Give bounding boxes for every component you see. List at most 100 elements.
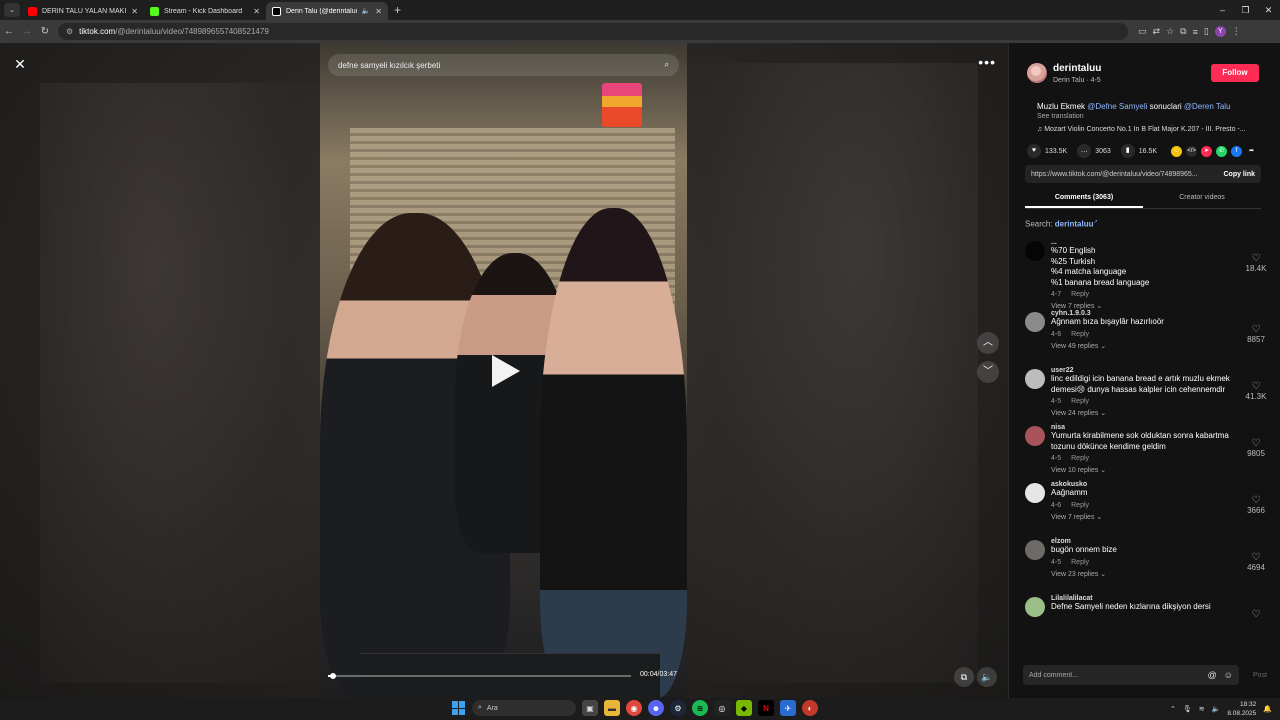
view-replies-button[interactable]: View 10 replies ⌄ (1051, 466, 1271, 474)
browser-tab-0[interactable]: DERİN TALU YALAN MAKİNESİ ✕ (22, 2, 144, 20)
profile-avatar[interactable]: Y (1214, 26, 1226, 37)
tray-chevron-up-icon[interactable]: ⌃ (1170, 705, 1176, 713)
taskbar-search[interactable]: ⌕ Ara (472, 700, 576, 716)
heart-outline-icon[interactable]: ♡ (1241, 381, 1271, 392)
spotify-icon[interactable]: ≋ (692, 700, 708, 716)
author-name[interactable]: derintaluu (1053, 63, 1101, 74)
browser-menu-icon[interactable]: ⋮ (1232, 26, 1241, 37)
share-arrow-icon[interactable]: ➦ (1246, 146, 1257, 157)
forward-icon[interactable]: → (18, 26, 36, 37)
new-tab-button[interactable]: + (394, 3, 401, 17)
video-progress-bar[interactable] (328, 673, 631, 679)
obs-icon[interactable]: ◎ (714, 700, 730, 716)
tab-close-icon[interactable]: ✕ (253, 7, 260, 16)
music-link[interactable]: ♫ Mozart Violin Concerto No.1 In B Flat … (1037, 126, 1246, 133)
windows-start-icon[interactable] (452, 701, 466, 715)
follow-button[interactable]: Follow (1211, 64, 1259, 82)
comment-like[interactable]: ♡ 9805 (1241, 438, 1271, 458)
tab-comments[interactable]: Comments (3063) (1025, 189, 1143, 208)
comment-input[interactable]: Add comment... @ ☺ (1023, 665, 1239, 685)
microphone-icon[interactable]: 🎙 (1183, 705, 1192, 713)
notification-bell-icon[interactable]: 🔔 (1263, 705, 1272, 713)
discord-icon[interactable]: ☻ (648, 700, 664, 716)
reply-button[interactable]: Reply (1071, 331, 1089, 338)
view-replies-button[interactable]: View 23 replies ⌄ (1051, 570, 1271, 578)
bookmark-star-icon[interactable]: ☆ (1166, 26, 1174, 37)
facebook-icon[interactable]: f (1231, 145, 1243, 157)
heart-outline-icon[interactable]: ♡ (1241, 253, 1271, 264)
view-replies-button[interactable]: View 49 replies ⌄ (1051, 342, 1271, 350)
play-icon[interactable] (492, 355, 520, 387)
reply-button[interactable]: Reply (1071, 559, 1089, 566)
browser-tab-1[interactable]: Stream - Kick Dashboard ✕ (144, 2, 266, 20)
cast-icon[interactable]: ▭ (1138, 26, 1147, 37)
whatsapp-icon[interactable]: ✆ (1216, 145, 1228, 157)
commenter-name[interactable]: user22 (1051, 367, 1271, 374)
reply-button[interactable]: Reply (1071, 455, 1089, 462)
url-input[interactable]: ⚙ tiktok.com/@derintaluu/video/748989655… (58, 23, 1128, 40)
file-explorer-icon[interactable]: ▬ (604, 700, 620, 716)
commenter-avatar[interactable] (1025, 597, 1045, 617)
heart-outline-icon[interactable]: ♡ (1241, 552, 1271, 563)
commenter-name[interactable]: cyhn.1.9.0.3 (1051, 310, 1271, 317)
site-info-icon[interactable]: ⚙ (66, 27, 73, 36)
media-icon[interactable]: ≡ (1193, 27, 1198, 37)
commenter-avatar[interactable] (1025, 540, 1045, 560)
tab-creator-videos[interactable]: Creator videos (1143, 189, 1261, 208)
back-icon[interactable]: ← (0, 26, 18, 37)
wifi-icon[interactable]: ≋ (1199, 705, 1205, 713)
comment-like[interactable]: ♡ 18.4K (1241, 253, 1271, 273)
heart-outline-icon[interactable]: ♡ (1241, 495, 1271, 506)
clock[interactable]: 18:32 8.08.2025 (1227, 700, 1256, 718)
netflix-icon[interactable]: N (758, 700, 774, 716)
heart-icon[interactable]: ♥ (1027, 144, 1041, 158)
author-avatar[interactable] (1027, 63, 1047, 83)
volume-icon[interactable]: 🔈 (977, 667, 997, 687)
next-video-chevron-down-icon[interactable]: ﹀ (977, 361, 999, 383)
send-icon[interactable]: ➤ (1201, 145, 1213, 157)
commenter-name[interactable]: Lilalilalilacat (1051, 595, 1271, 602)
speaker-icon[interactable]: 🔈 (1212, 705, 1221, 713)
commenter-avatar[interactable] (1025, 369, 1045, 389)
comment-like[interactable]: ♡ 41.3K (1241, 381, 1271, 401)
commenter-avatar[interactable] (1025, 241, 1045, 261)
vpn-icon[interactable]: ✈ (780, 700, 796, 716)
commenter-name[interactable]: nisa (1051, 424, 1271, 431)
emoji-icon[interactable]: ☺ (1224, 670, 1233, 680)
restore-button[interactable]: ❐ (1234, 5, 1257, 16)
extensions-icon[interactable]: ⧉ (1180, 26, 1186, 37)
chrome-icon[interactable]: ◉ (626, 700, 642, 716)
tab-close-icon[interactable]: ✕ (375, 7, 382, 16)
mention-at-icon[interactable]: @ (1208, 670, 1217, 680)
close-icon[interactable]: ✕ (10, 54, 30, 74)
previous-video-chevron-up-icon[interactable]: ︿ (977, 332, 999, 354)
view-replies-button[interactable]: View 24 replies ⌄ (1051, 409, 1271, 417)
comment-like[interactable]: ♡ 8857 (1241, 324, 1271, 344)
tab-audio-icon[interactable]: 🔈 (362, 7, 371, 15)
video-player[interactable]: defne samyeli kızılcık şerbeti ⌕ 00:04/0… (320, 43, 687, 698)
tab-close-icon[interactable]: ✕ (131, 7, 138, 16)
reply-button[interactable]: Reply (1071, 291, 1089, 298)
minimize-button[interactable]: – (1211, 5, 1234, 15)
comment-like[interactable]: ♡ 4694 (1241, 552, 1271, 572)
nvidia-icon[interactable]: ◆ (736, 700, 752, 716)
heart-outline-icon[interactable]: ♡ (1241, 438, 1271, 449)
heart-outline-icon[interactable]: ♡ (1241, 324, 1271, 335)
video-link-text[interactable]: https://www.tiktok.com/@derintaluu/video… (1031, 171, 1198, 178)
mention-link-2[interactable]: @Deren Talu (1184, 102, 1231, 111)
copy-link-button[interactable]: Copy link (1223, 171, 1255, 178)
search-icon[interactable]: ⌕ (665, 60, 669, 70)
bookmark-icon[interactable]: ▮ (1120, 144, 1135, 158)
more-options-icon[interactable]: ••• (978, 54, 996, 70)
reload-icon[interactable]: ↻ (36, 26, 54, 37)
translate-icon[interactable]: ⇄ (1153, 26, 1161, 37)
embed-share-icon[interactable]: ☺ (1171, 145, 1183, 157)
commenter-avatar[interactable] (1025, 312, 1045, 332)
commenter-avatar[interactable] (1025, 426, 1045, 446)
steam-icon[interactable]: ⚙ (670, 700, 686, 716)
video-search-overlay[interactable]: defne samyeli kızılcık şerbeti ⌕ (328, 54, 679, 76)
task-view-icon[interactable]: ▣ (582, 700, 598, 716)
code-icon[interactable]: </> (1186, 145, 1198, 157)
close-window-button[interactable]: ✕ (1257, 5, 1280, 16)
commenter-avatar[interactable] (1025, 483, 1045, 503)
